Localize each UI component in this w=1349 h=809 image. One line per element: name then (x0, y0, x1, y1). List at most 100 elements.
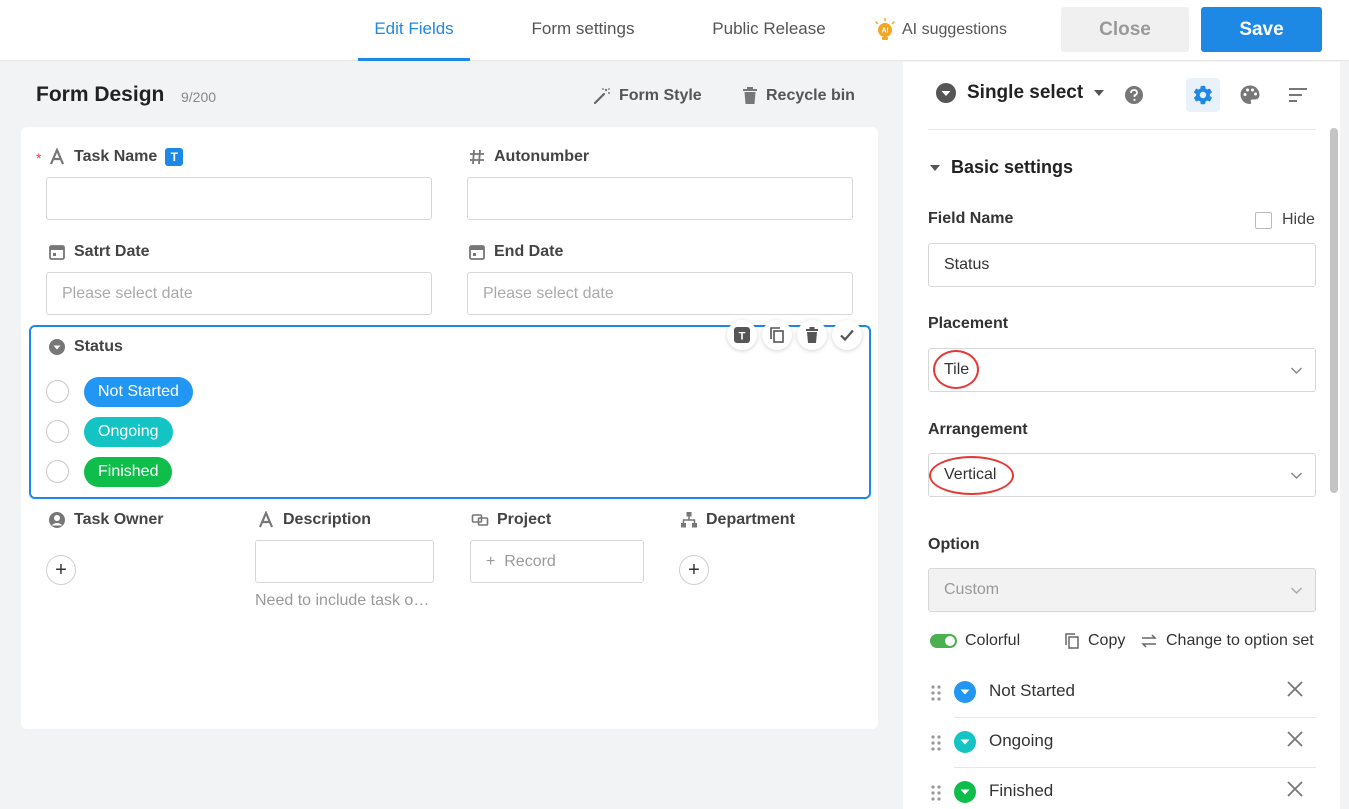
department-label[interactable]: Department (680, 511, 795, 529)
project-label[interactable]: Project (471, 511, 551, 529)
close-icon[interactable] (1284, 778, 1306, 800)
caret-down-icon (930, 164, 940, 171)
delete-field-button[interactable] (797, 320, 827, 350)
start-date-input[interactable]: Please select date (46, 272, 432, 315)
status-text: Status (74, 338, 123, 355)
copy-label: Copy (1088, 632, 1126, 649)
panel-scrollbar[interactable] (1330, 128, 1338, 493)
field-name-label: Field Name (928, 210, 1014, 227)
magic-wand-icon (593, 88, 610, 105)
plus-icon: + (55, 558, 67, 581)
status-label[interactable]: Status (48, 338, 123, 356)
description-input[interactable] (255, 540, 434, 583)
option-name[interactable]: Ongoing (989, 731, 1053, 751)
sort-lines-icon (1289, 88, 1307, 102)
tab-edit-fields[interactable]: Edit Fields (358, 0, 470, 61)
option-name[interactable]: Finished (989, 781, 1053, 801)
drag-handle-icon[interactable] (931, 685, 941, 701)
caret-down-icon (960, 739, 970, 745)
copy-icon (1065, 633, 1079, 649)
confirm-field-button[interactable] (832, 320, 862, 350)
gear-icon (1193, 85, 1212, 105)
option-color-dot[interactable] (954, 731, 976, 753)
form-style-button[interactable]: Form Style (593, 84, 702, 108)
check-icon (840, 329, 854, 342)
field-count: 9/200 (181, 89, 217, 105)
autonumber-input[interactable] (467, 177, 853, 220)
ai-bulb-icon: AI (874, 17, 896, 42)
top-bar: Edit Fields Form settings Public Release… (0, 0, 1349, 61)
duplicate-field-button[interactable] (762, 320, 792, 350)
text-type-badge: T (165, 148, 184, 166)
calendar-icon (49, 245, 65, 260)
copy-options-button[interactable]: Copy (1064, 632, 1125, 650)
toggle-switch[interactable] (930, 634, 957, 648)
copy-icon (770, 327, 784, 343)
description-helper-text: Need to include task objectives (255, 592, 435, 609)
link-record-icon (471, 514, 489, 526)
sort-tab[interactable] (1281, 78, 1315, 112)
basic-settings-toggle[interactable]: Basic settings (929, 157, 1073, 178)
ai-badge-text: AI (882, 28, 889, 35)
end-date-input[interactable]: Please select date (467, 272, 853, 315)
change-option-set-button[interactable]: Change to option set (1140, 632, 1314, 650)
task-name-label[interactable]: Task Name T (48, 148, 184, 166)
person-icon (49, 512, 65, 528)
option-row-not-started: Not Started (928, 668, 1316, 718)
field-type-dropdown[interactable]: Single select (935, 82, 1105, 104)
status-chip-ongoing: Ongoing (84, 417, 173, 447)
drag-handle-icon[interactable] (931, 735, 941, 751)
add-department-button[interactable]: + (679, 555, 709, 585)
style-tab[interactable] (1233, 78, 1267, 112)
chevron-down-icon (1290, 587, 1303, 595)
placement-select[interactable]: Tile (928, 348, 1316, 392)
status-radio-ongoing[interactable] (46, 420, 69, 443)
trash-icon (806, 327, 818, 343)
option-source-value: Custom (944, 581, 1000, 598)
project-text: Project (497, 511, 552, 528)
panel-divider (928, 129, 1316, 130)
option-color-dot[interactable] (954, 781, 976, 803)
close-icon[interactable] (1284, 728, 1306, 750)
colorful-toggle[interactable]: Colorful (930, 632, 1020, 650)
option-color-dot[interactable] (954, 681, 976, 703)
recycle-bin-button[interactable]: Recycle bin (742, 84, 855, 108)
form-style-label: Form Style (619, 87, 702, 104)
text-field-icon (49, 148, 65, 165)
description-label[interactable]: Description (257, 511, 371, 529)
arrangement-label: Arrangement (928, 421, 1028, 438)
caret-down-icon (960, 789, 970, 795)
page-title: Form Design (36, 83, 165, 106)
field-type-button[interactable]: T (727, 320, 757, 350)
start-date-label[interactable]: Satrt Date (48, 243, 150, 261)
option-name[interactable]: Not Started (989, 681, 1075, 701)
add-record-button[interactable]: + Record (470, 540, 644, 583)
help-button[interactable] (1117, 78, 1151, 112)
start-date-text: Satrt Date (74, 243, 150, 260)
close-button[interactable]: Close (1061, 7, 1189, 52)
checkbox-box[interactable] (1255, 211, 1272, 229)
tab-form-settings[interactable]: Form settings (516, 0, 650, 61)
end-date-text: End Date (494, 243, 564, 260)
hide-field-checkbox[interactable]: Hide (1255, 211, 1315, 229)
close-icon[interactable] (1284, 678, 1306, 700)
status-radio-not-started[interactable] (46, 380, 69, 403)
tab-ai-suggestions[interactable]: AI AI suggestions (874, 15, 1007, 45)
end-date-label[interactable]: End Date (468, 243, 563, 261)
org-chart-icon (681, 512, 697, 528)
status-radio-finished[interactable] (46, 460, 69, 483)
tab-public-release[interactable]: Public Release (698, 0, 840, 61)
autonumber-label[interactable]: Autonumber (468, 148, 589, 166)
plus-icon: + (688, 558, 700, 581)
swap-arrows-icon (1141, 634, 1157, 648)
add-task-owner-button[interactable]: + (46, 555, 76, 585)
task-name-input[interactable] (46, 177, 432, 220)
option-row-ongoing: Ongoing (928, 718, 1316, 768)
placement-label: Placement (928, 315, 1009, 332)
task-owner-label[interactable]: Task Owner (48, 511, 164, 529)
field-name-input[interactable]: Status (928, 243, 1316, 287)
required-marker: * (36, 150, 42, 166)
drag-handle-icon[interactable] (931, 785, 941, 801)
settings-tab[interactable] (1186, 78, 1220, 112)
save-button[interactable]: Save (1201, 7, 1322, 52)
